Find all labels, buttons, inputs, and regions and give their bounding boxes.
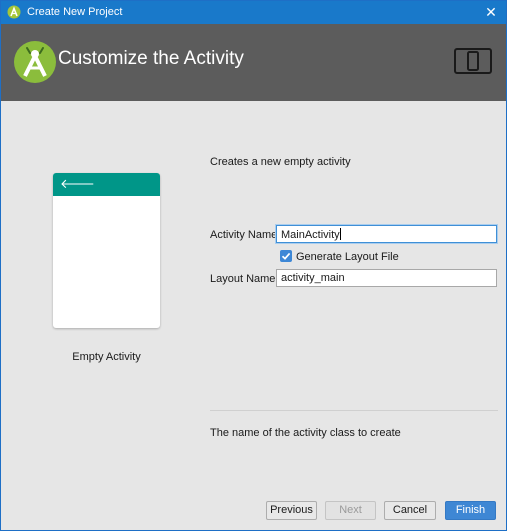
field-hint: The name of the activity class to create	[210, 427, 401, 439]
tablet-phone-icon	[454, 48, 492, 74]
activity-name-value: MainActivity	[281, 229, 340, 241]
text-caret	[339, 228, 341, 240]
checkmark-icon	[281, 252, 291, 260]
previous-button[interactable]: Previous	[266, 501, 317, 520]
activity-name-label: Activity Name:	[210, 229, 281, 241]
layout-name-value: activity_main	[281, 272, 345, 284]
divider	[210, 410, 498, 411]
layout-name-input[interactable]: activity_main	[276, 269, 497, 287]
back-arrow-icon: 🡐	[60, 176, 95, 191]
close-icon[interactable]: ✕	[482, 3, 500, 21]
generate-layout-checkbox[interactable]	[280, 250, 292, 262]
title-bar[interactable]: Create New Project ✕	[1, 1, 506, 24]
activity-preview: 🡐	[53, 173, 160, 328]
finish-button[interactable]: Finish	[445, 501, 496, 520]
page-title: Customize the Activity	[58, 48, 244, 69]
layout-name-label: Layout Name:	[210, 273, 279, 285]
template-name: Empty Activity	[72, 351, 141, 363]
android-studio-icon	[7, 5, 21, 19]
next-button[interactable]: Next	[325, 501, 376, 520]
cancel-button[interactable]: Cancel	[384, 501, 436, 520]
template-description: Creates a new empty activity	[210, 156, 351, 168]
android-studio-logo-icon	[14, 41, 56, 83]
wizard-header: Customize the Activity	[1, 24, 506, 101]
window-title: Create New Project	[27, 6, 123, 18]
generate-layout-label[interactable]: Generate Layout File	[296, 251, 399, 263]
preview-app-bar: 🡐	[53, 173, 160, 196]
create-project-dialog: Create New Project ✕ Customize the Activ…	[0, 0, 507, 531]
activity-name-input[interactable]: MainActivity	[276, 225, 497, 243]
